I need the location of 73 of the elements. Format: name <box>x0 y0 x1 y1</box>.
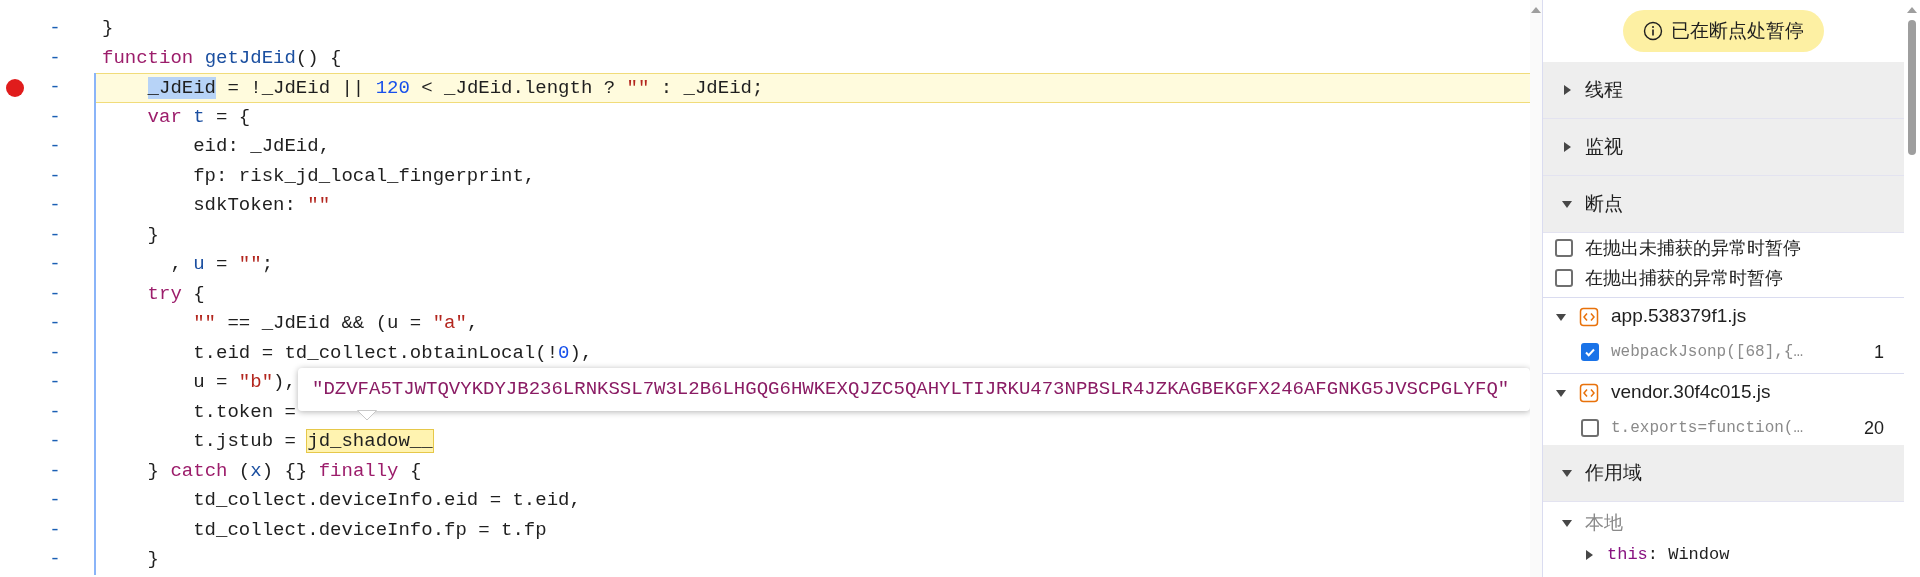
breakpoint-code: t.exports=function(… <box>1611 418 1805 439</box>
section-header[interactable]: 断点 <box>1543 176 1904 233</box>
file-row[interactable]: vendor.30f4c015.js <box>1543 373 1904 411</box>
gutter-marker: - <box>48 488 62 513</box>
code-line: fp: risk_jd_local_fingerprint, <box>192 163 536 189</box>
code-line: td_collect.deviceInfo.fp = t.fp <box>192 517 547 543</box>
code-line: } <box>146 547 159 572</box>
property-row[interactable]: this: Window <box>1543 544 1904 566</box>
gutter-marker: - <box>48 281 62 307</box>
code-line: t.eid = td_collect.obtainLocal(!0), <box>192 340 593 366</box>
gutter-marker: - <box>48 399 62 425</box>
expanded-triangle-icon <box>1561 517 1573 529</box>
gutter-marker: - <box>48 252 62 277</box>
gutter-marker: - <box>48 340 62 366</box>
checkmark-icon <box>1584 346 1596 358</box>
code-line: function getJdEid() { <box>101 45 342 71</box>
scrollbar-thumb[interactable] <box>1908 20 1916 155</box>
paused-status-badge: 已在断点处暂停 <box>1623 10 1824 52</box>
gutter-marker: - <box>48 517 62 543</box>
property-text: this: Window <box>1607 544 1730 567</box>
line-number: 1 <box>1874 340 1884 364</box>
gutter-marker: - <box>48 163 62 189</box>
scroll-up-icon[interactable] <box>1907 6 1917 14</box>
scope-row[interactable]: 本地 <box>1543 502 1904 544</box>
expanded-triangle-icon <box>1561 467 1573 479</box>
gutter-marker: - <box>48 104 62 130</box>
breakpoint-marker[interactable] <box>6 78 24 97</box>
collapsed-triangle-icon <box>1561 84 1573 96</box>
code-line: } <box>146 222 159 248</box>
checkbox[interactable] <box>1555 269 1573 287</box>
scroll-up-icon[interactable] <box>1531 6 1541 14</box>
gutter-marker: - <box>48 458 62 484</box>
gutter-marker: - <box>48 311 62 336</box>
section-header[interactable]: 作用域 <box>1543 445 1904 502</box>
script-file-icon <box>1579 306 1599 327</box>
collapsed-triangle-icon <box>1561 141 1573 153</box>
code-line: u = "b"), <box>192 370 296 395</box>
code-line: t.token = <box>192 399 296 425</box>
info-icon <box>1643 21 1663 41</box>
file-row[interactable]: app.538379f1.js <box>1543 297 1904 335</box>
code-line: } catch (x) {} finally { <box>146 458 422 484</box>
section-header[interactable]: 线程 <box>1543 62 1904 119</box>
checkbox[interactable] <box>1581 419 1599 437</box>
gutter-marker: - <box>48 75 62 100</box>
code-line: var t = { <box>146 104 251 130</box>
option-label: 在抛出未捕获的异常时暂停 <box>1585 236 1801 260</box>
gutter-marker: - <box>48 547 62 572</box>
gutter-marker: - <box>48 16 62 41</box>
gutter-marker: - <box>48 45 62 71</box>
gutter-marker: - <box>48 134 62 159</box>
expanded-triangle-icon <box>1561 198 1573 210</box>
code-line: t.jstub = jd_shadow__ <box>192 429 433 454</box>
code-line: , u = ""; <box>169 252 274 277</box>
tooltip-pointer-icon <box>357 410 377 421</box>
value-tooltip: "DZVFA5TJWTQVYKDYJB236LRNKSSL7W3L2B6LHGQG6HWKEXQJZC5QAHYLTIJRKU473NPBSLR4JZKAGBEKGFX246AFGNKG5JVSCPGLYFQ" <box>298 368 1530 411</box>
line-number: 20 <box>1863 416 1884 440</box>
code-line: sdkToken: "" <box>192 193 331 218</box>
checkbox[interactable] <box>1555 239 1573 257</box>
gutter-marker: - <box>48 370 62 395</box>
option-label: 在抛出捕获的异常时暂停 <box>1585 266 1783 290</box>
code-line: td_collect.deviceInfo.eid = t.eid, <box>192 488 581 513</box>
code-line: eid: _JdEid, <box>192 134 331 159</box>
gutter-marker: - <box>48 193 62 218</box>
script-file-icon <box>1579 382 1599 403</box>
code-line: } <box>101 16 114 41</box>
collapsed-triangle-icon <box>1583 549 1595 561</box>
gutter-marker: - <box>48 222 62 248</box>
gutter-marker: - <box>48 429 62 454</box>
breakpoint-code: webpackJsonp([68],{… <box>1611 342 1805 363</box>
code-line: try { <box>146 281 205 307</box>
code-line: "" == _JdEid && (u = "a", <box>192 311 479 336</box>
checkbox[interactable] <box>1581 343 1599 361</box>
section-header[interactable]: 监视 <box>1543 119 1904 176</box>
